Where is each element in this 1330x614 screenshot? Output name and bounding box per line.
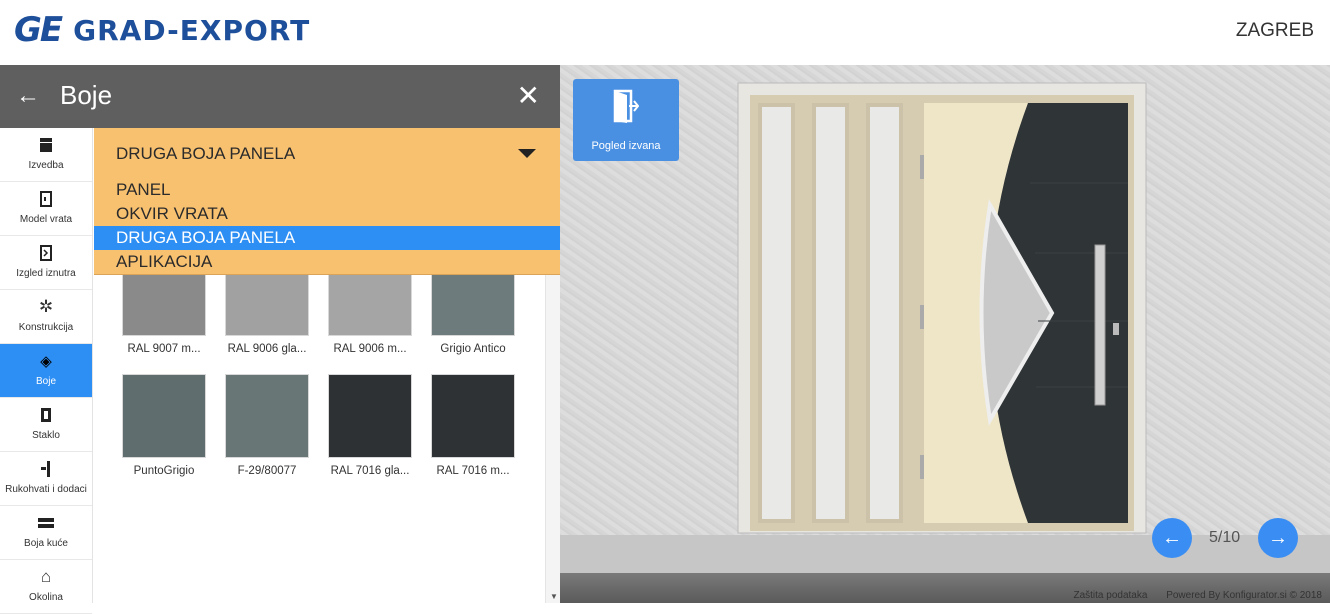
swatch-color — [122, 374, 206, 458]
door-inside-icon — [0, 243, 92, 263]
panel-header: ← Boje ✕ — [0, 65, 560, 128]
close-icon[interactable]: ✕ — [517, 79, 540, 112]
door-icon — [0, 189, 92, 209]
sidebar-item-staklo[interactable]: Staklo — [0, 398, 92, 452]
sidelight-glass-2 — [816, 107, 845, 519]
hinge-2 — [920, 305, 924, 329]
swatch-color — [431, 374, 515, 458]
roof-icon — [0, 513, 92, 533]
brand-name: GRAD-EXPORT — [73, 13, 311, 47]
next-arrow-icon[interactable]: → — [1258, 518, 1298, 558]
page-indicator: 5/10 — [1209, 529, 1241, 546]
outside-view-button[interactable]: Pogled izvana — [573, 79, 679, 161]
door-lock — [1113, 323, 1119, 335]
swatch-name: RAL 7016 gla... — [330, 465, 410, 477]
sidebar-nav: Izvedba Model vrata Izgled iznutra ✲ Konstru… — [0, 128, 93, 614]
door-exit-icon — [613, 89, 640, 123]
outside-view-label: Pogled izvana — [591, 140, 661, 152]
sidelight-glass-1 — [762, 107, 791, 519]
door-handle — [1094, 244, 1106, 406]
glass-icon — [0, 405, 92, 425]
swatch-name: RAL 9007 m... — [127, 343, 201, 355]
logo-icon: GE — [14, 10, 63, 50]
privacy-link[interactable]: Zaštita podataka — [1073, 590, 1147, 601]
scroll-down-icon[interactable]: ▼ — [550, 592, 558, 601]
prev-arrow-icon[interactable]: ← — [1152, 518, 1192, 558]
swatch-name: F-29/80077 — [237, 465, 297, 477]
hinge-3 — [920, 455, 924, 479]
sidebar-item-okolina[interactable]: ⌂ Okolina — [0, 560, 92, 614]
pager: ← 5/10 → — [1148, 515, 1308, 565]
house-icon: ⌂ — [40, 567, 52, 586]
color-swatch[interactable]: RAL 7016 m... — [431, 374, 515, 477]
color-swatch[interactable]: PuntoGrigio — [122, 374, 206, 477]
sidebar-item-label: Rukohvati i dodaci — [5, 484, 87, 495]
color-swatch[interactable]: F-29/80077 — [225, 374, 309, 477]
swatch-name: Grigio Antico — [440, 343, 506, 355]
dropdown-option[interactable]: OKVIR VRATA — [94, 202, 560, 226]
city-label: ZAGREB — [1235, 20, 1314, 41]
color-group-select[interactable]: DRUGA BOJA PANELA — [94, 128, 560, 178]
swatch-color — [328, 374, 412, 458]
color-group-dropdown: PANEL OKVIR VRATA DRUGA BOJA PANELA APLIKAC… — [94, 178, 560, 275]
sidebar-item-label: Konstrukcija — [18, 322, 74, 333]
paint-bucket-icon: ◈ — [40, 353, 52, 370]
dropdown-option[interactable]: PANEL — [94, 178, 560, 202]
header: GE GRAD-EXPORT ZAGREB — [0, 0, 1330, 65]
door-preview: Pogled izvana ← 5/10 → Zaštita podataka … — [560, 65, 1330, 603]
footer-links: Zaštita podataka Powered By Konfigurator… — [1057, 590, 1322, 601]
sidebar-item-label: Boje — [35, 376, 56, 387]
logo[interactable]: GE GRAD-EXPORT — [14, 10, 310, 50]
caret-down-icon — [518, 149, 536, 158]
swatch-name: RAL 9006 gla... — [227, 343, 307, 355]
sidebar-item-label: Okolina — [29, 592, 63, 603]
sidebar-item-rukohvati-i-dodaci[interactable]: Rukohvati i dodaci — [0, 452, 92, 506]
panel-title: Boje — [60, 80, 113, 110]
dropdown-option[interactable]: APLIKACIJA — [94, 250, 560, 274]
sidebar-item-konstrukcija[interactable]: ✲ Konstrukcija — [0, 290, 92, 344]
sidebar-item-boje[interactable]: ◈ Boje — [0, 344, 92, 398]
sidebar-item-label: Staklo — [32, 430, 60, 441]
handle-icon — [0, 459, 92, 479]
select-value: DRUGA BOJA PANELA — [116, 144, 296, 163]
sidebar-item-label: Izgled iznutra — [16, 268, 76, 279]
sidebar-item-label: Izvedba — [28, 160, 64, 171]
sidebar-item-boja-ku-e[interactable]: Boja kuće — [0, 506, 92, 560]
swatch-name: RAL 9006 m... — [333, 343, 407, 355]
color-swatch[interactable]: RAL 7016 gla... — [328, 374, 412, 477]
back-arrow-icon[interactable]: ← — [16, 82, 40, 110]
swatch-color — [225, 374, 309, 458]
swatch-name: RAL 7016 m... — [436, 465, 510, 477]
sidebar-item-model-vrata[interactable]: Model vrata — [0, 182, 92, 236]
swatch-name: PuntoGrigio — [133, 465, 195, 477]
powered-by-link[interactable]: Powered By Konfigurator.si © 2018 — [1166, 590, 1322, 601]
config-panel: ← Boje ✕ Izvedba Model vrata Izgled iznutr… — [0, 65, 560, 614]
hinge-1 — [920, 155, 924, 179]
sidebar-item-label: Boja kuće — [24, 538, 68, 549]
sidebar-item-izgled-iznutra[interactable]: Izgled iznutra — [0, 236, 92, 290]
sidelight-glass-3 — [870, 107, 899, 519]
sidebar-item-label: Model vrata — [19, 214, 73, 225]
gear-icon: ✲ — [38, 297, 54, 316]
dropdown-option[interactable]: DRUGA BOJA PANELA — [94, 226, 560, 250]
sidebar-item-izvedba[interactable]: Izvedba — [0, 128, 92, 182]
panel-icon — [0, 135, 92, 155]
